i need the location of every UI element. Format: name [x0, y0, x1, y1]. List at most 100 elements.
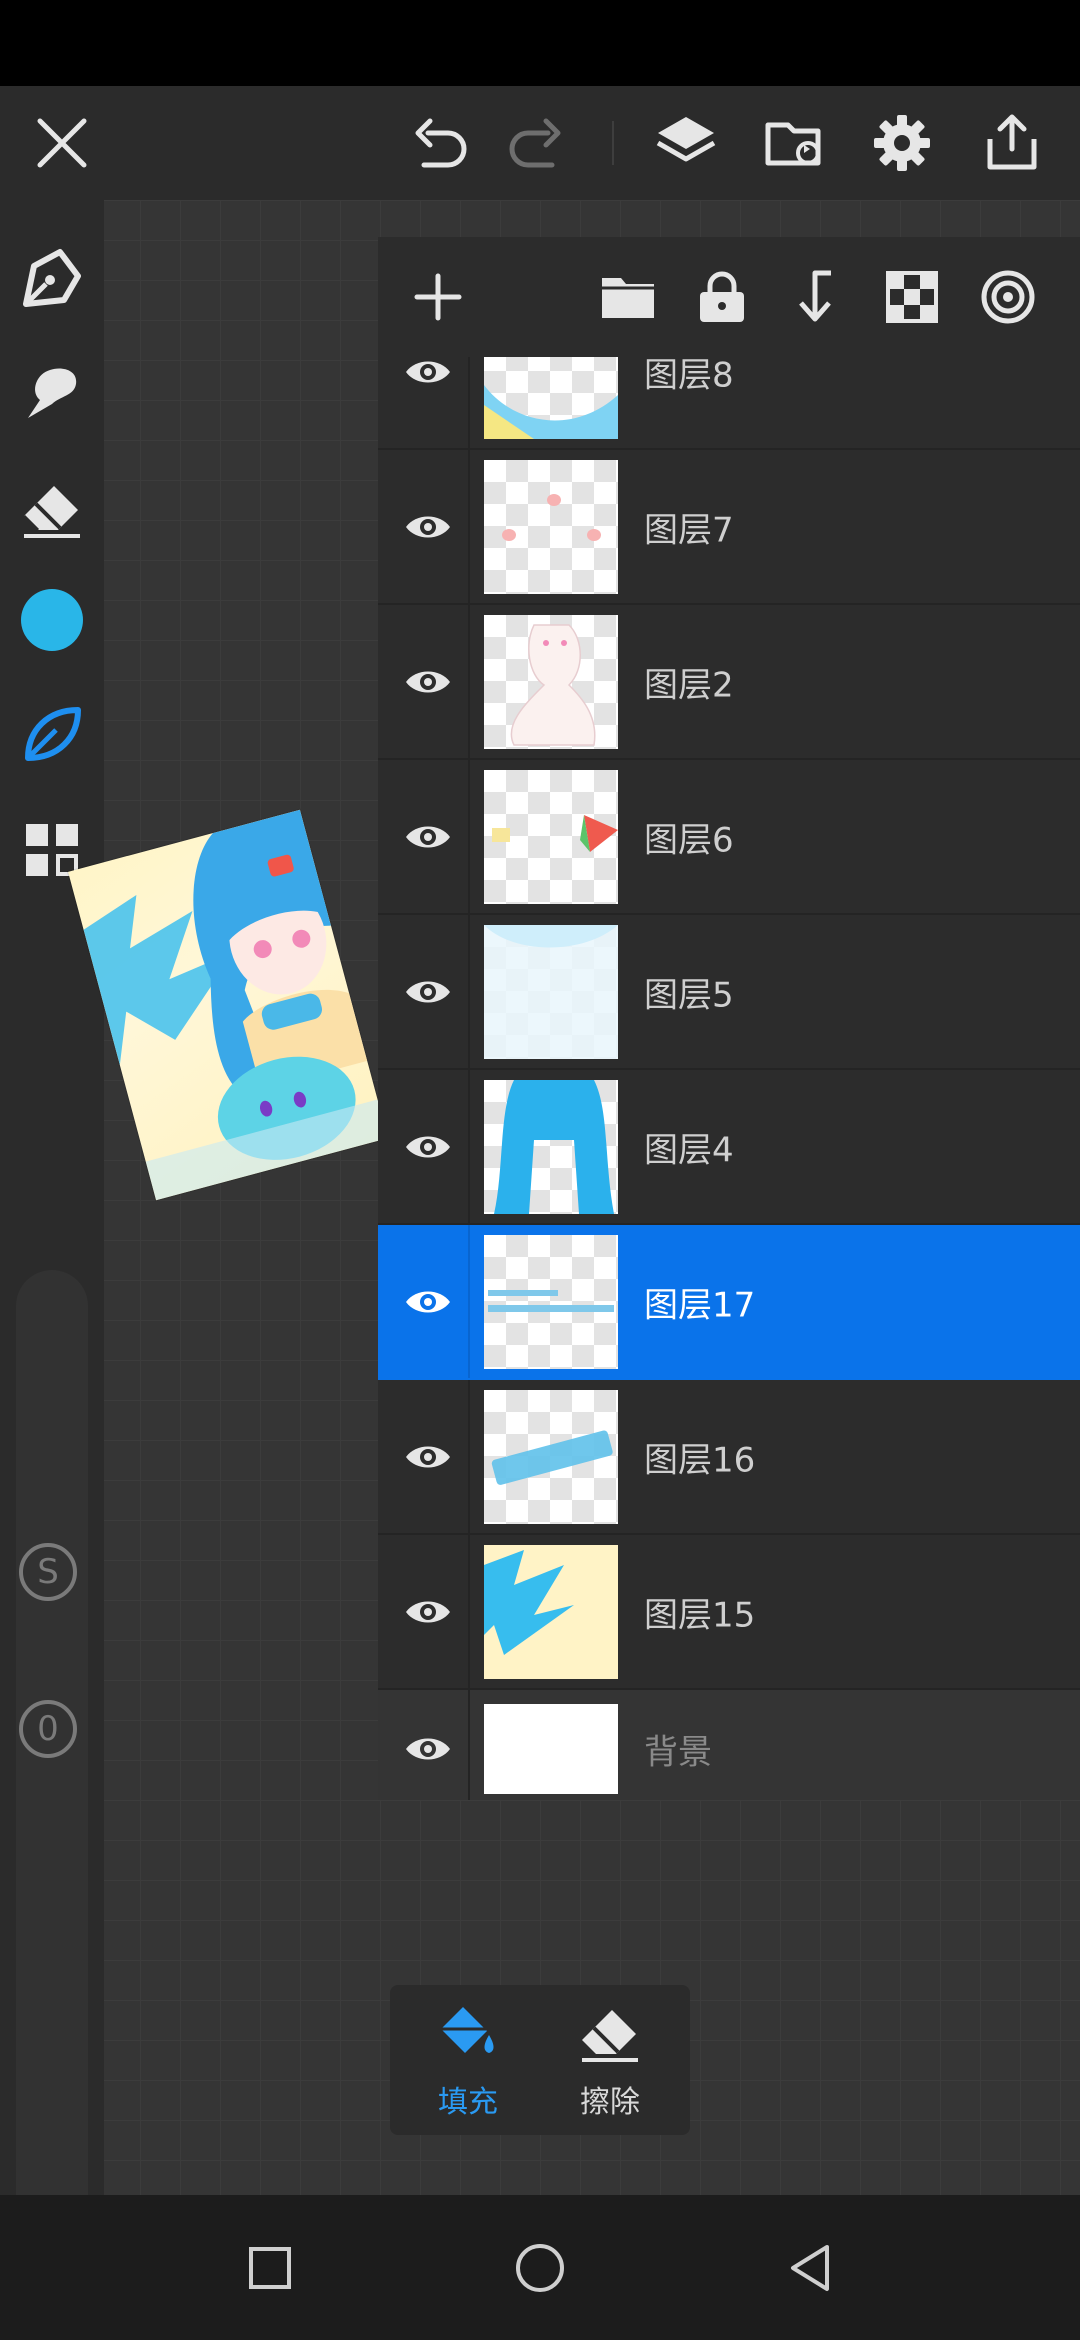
layer-thumbnail — [484, 769, 618, 904]
layer-properties-button[interactable] — [968, 237, 1048, 357]
settings-button[interactable] — [862, 86, 942, 200]
visibility-toggle[interactable] — [400, 1584, 456, 1640]
layers-header — [378, 237, 1080, 357]
eye-icon — [406, 981, 450, 1002]
eye-icon — [406, 516, 450, 537]
redo-button[interactable] — [496, 86, 576, 200]
folder-icon — [602, 278, 654, 318]
opacity-slider[interactable] — [16, 1678, 88, 2258]
close-icon — [37, 118, 87, 168]
top-toolbar — [0, 86, 1080, 200]
layer-row[interactable]: 图层15 — [378, 1535, 1080, 1690]
fill-button[interactable]: 填充 — [398, 1985, 538, 2135]
system-nav-bar — [0, 2195, 1080, 2340]
layer-row[interactable]: 图层4 — [378, 1070, 1080, 1225]
layers-button[interactable] — [646, 86, 726, 200]
status-bar — [0, 0, 1080, 86]
layer-thumbnail — [484, 1079, 618, 1214]
color-swatch-button[interactable] — [0, 570, 104, 670]
visibility-toggle[interactable] — [400, 809, 456, 865]
layer-thumbnail — [484, 1544, 618, 1679]
erase-fill-button[interactable]: 擦除 — [540, 1985, 680, 2135]
eye-icon — [406, 1291, 450, 1312]
layer-name: 图层8 — [644, 357, 734, 395]
layer-row[interactable]: 图层16 — [378, 1380, 1080, 1535]
gear-icon — [874, 115, 930, 171]
eye-icon — [406, 826, 450, 847]
layer-row[interactable]: 图层5 — [378, 915, 1080, 1070]
current-color-swatch — [21, 589, 83, 651]
fill-label: 填充 — [438, 2085, 498, 2120]
checker-icon — [886, 271, 938, 323]
layer-name: 图层7 — [644, 510, 734, 550]
layer-row-background[interactable]: 背景 — [378, 1690, 1080, 1800]
transparency-lock-button[interactable] — [872, 237, 952, 357]
visibility-toggle[interactable] — [400, 654, 456, 710]
eraser-tool-button[interactable] — [0, 458, 104, 558]
eye-icon — [406, 671, 450, 692]
layer-name: 背景 — [644, 1732, 712, 1773]
layer-name: 图层2 — [644, 665, 734, 705]
visibility-toggle[interactable] — [400, 964, 456, 1020]
eye-icon — [406, 1738, 450, 1760]
layers-icon — [656, 117, 716, 162]
layer-row[interactable]: 图层8 — [378, 357, 1080, 450]
layer-name: 图层6 — [644, 820, 734, 860]
visibility-toggle[interactable] — [400, 1274, 456, 1330]
fill-panel: 填充 擦除 — [390, 1985, 690, 2135]
merge-down-button[interactable] — [776, 237, 856, 357]
eye-icon — [406, 1136, 450, 1157]
visibility-toggle[interactable] — [400, 1119, 456, 1175]
layer-name: 图层15 — [644, 1595, 756, 1635]
import-icon — [765, 122, 821, 166]
layer-name: 图层5 — [644, 975, 734, 1015]
add-layer-button[interactable] — [398, 237, 478, 357]
layer-list[interactable]: 图层8 图层7 图层2 图层6 图层5 图层4 图层17 图层16 图层15 背… — [378, 357, 1080, 1800]
brush-tool-button[interactable] — [0, 684, 104, 784]
home-button[interactable] — [480, 2195, 600, 2340]
redo-icon — [509, 118, 561, 168]
undo-icon — [415, 118, 467, 168]
visibility-toggle[interactable] — [400, 499, 456, 555]
eye-icon — [406, 1446, 450, 1467]
undo-button[interactable] — [400, 86, 480, 200]
visibility-toggle[interactable] — [400, 357, 456, 400]
opacity-badge: 0 — [19, 1700, 77, 1758]
lock-layer-button[interactable] — [682, 237, 762, 357]
add-group-button[interactable] — [588, 237, 668, 357]
layer-thumbnail — [484, 1389, 618, 1524]
eraser-icon — [22, 486, 80, 538]
pen-tool-button[interactable] — [0, 228, 104, 328]
share-button[interactable] — [972, 86, 1052, 200]
leaf-brush-icon — [25, 707, 81, 761]
lock-icon — [700, 271, 744, 322]
triangle-back-icon — [791, 2244, 829, 2291]
merge-down-icon — [799, 270, 831, 322]
layer-name: 图层16 — [644, 1440, 756, 1480]
target-icon — [981, 270, 1035, 324]
visibility-toggle[interactable] — [400, 1721, 456, 1777]
layer-thumbnail — [484, 924, 618, 1059]
visibility-toggle[interactable] — [400, 1429, 456, 1485]
layer-thumbnail — [484, 1704, 618, 1794]
paint-bucket-icon — [441, 2006, 494, 2053]
smudge-tool-button[interactable] — [0, 342, 104, 442]
layer-row[interactable]: 图层6 — [378, 760, 1080, 915]
layer-thumbnail — [484, 1234, 618, 1369]
layer-row[interactable]: 图层7 — [378, 450, 1080, 605]
share-icon — [987, 114, 1037, 170]
layer-row[interactable]: 图层2 — [378, 605, 1080, 760]
import-button[interactable] — [756, 86, 836, 200]
back-button[interactable] — [750, 2195, 870, 2340]
layer-name: 图层17 — [644, 1285, 756, 1325]
recents-button[interactable] — [210, 2195, 330, 2340]
tool-sidebar: S 0 — [0, 200, 104, 2258]
eraser-icon — [582, 2009, 638, 2062]
close-button[interactable] — [20, 86, 104, 200]
smudge-icon — [28, 368, 77, 418]
toolbar-separator — [612, 121, 614, 165]
layer-name: 图层4 — [644, 1130, 734, 1170]
square-icon — [249, 2246, 291, 2289]
eye-icon — [406, 361, 450, 382]
layer-row-selected[interactable]: 图层17 — [378, 1225, 1080, 1380]
